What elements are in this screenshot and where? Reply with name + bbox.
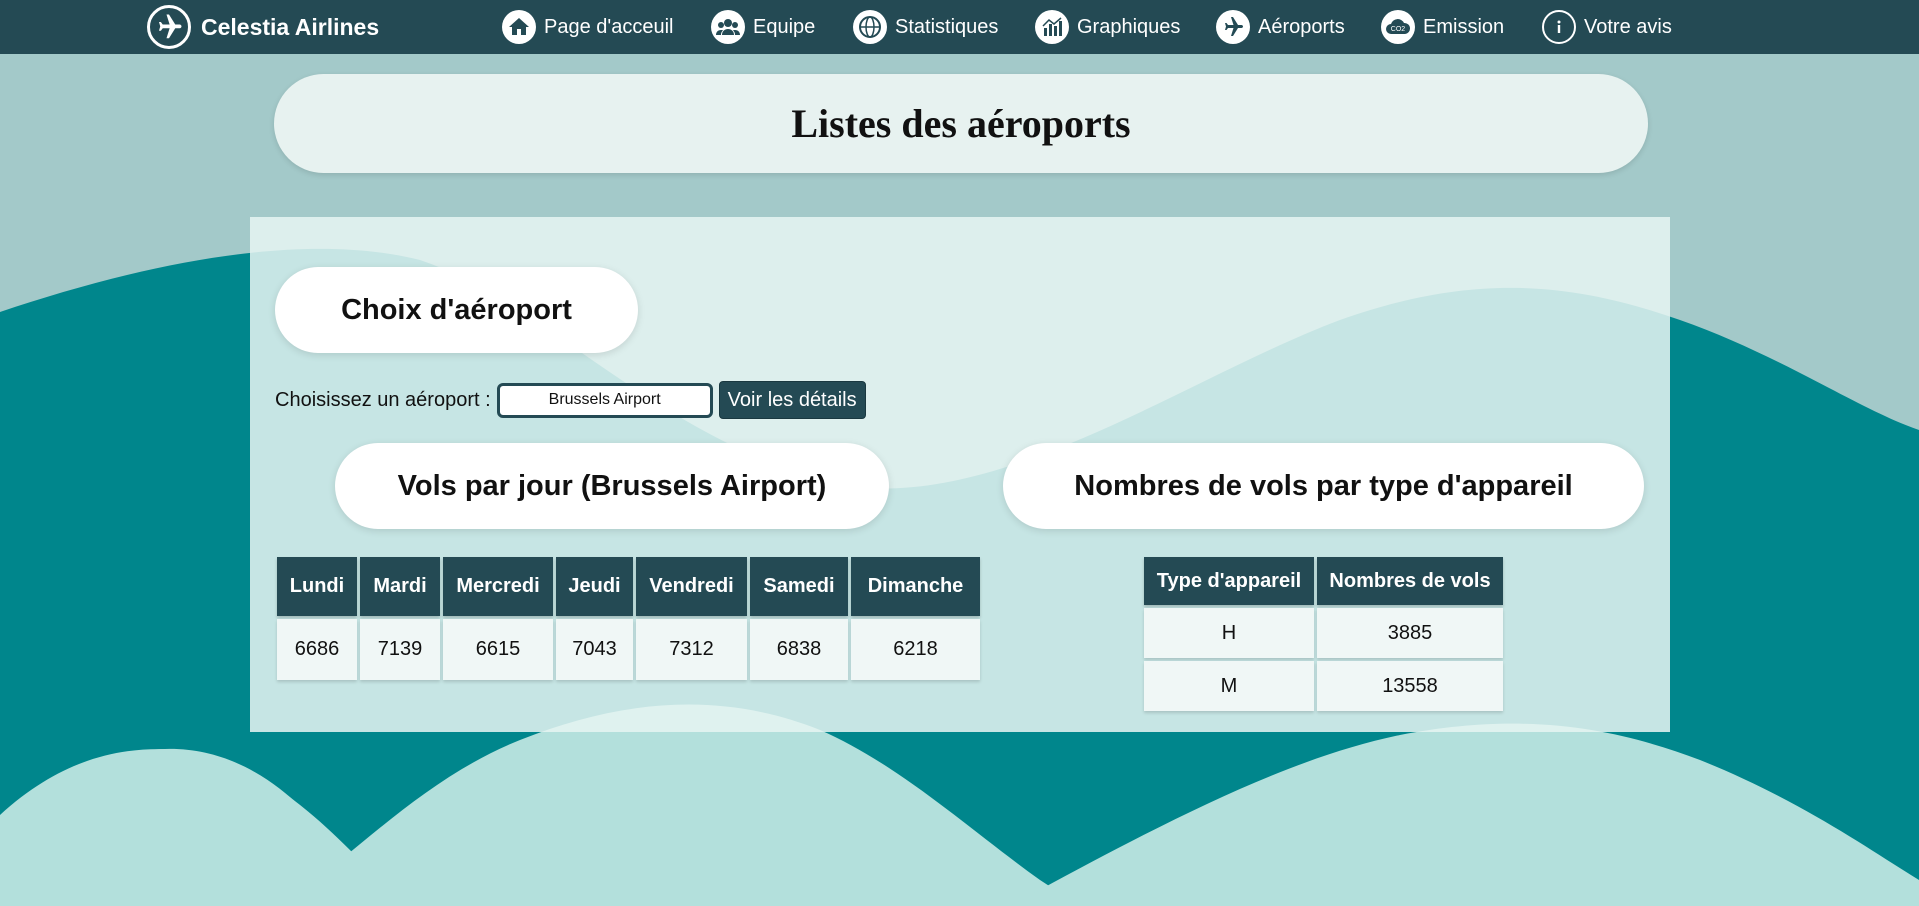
aircraft-type-table: Type d'appareil Nombres de vols H 3885 M… (1141, 554, 1506, 714)
table-cell: 6686 (277, 619, 357, 680)
column-header-aircraft-type: Type d'appareil (1144, 557, 1314, 605)
table-cell: 3885 (1317, 608, 1503, 658)
table-cell: 13558 (1317, 661, 1503, 711)
airport-choice-heading-text: Choix d'aéroport (341, 293, 572, 326)
page-title: Listes des aéroports (791, 101, 1131, 146)
nav-item-home[interactable]: Page d'acceuil (502, 8, 673, 46)
nav-label-statistiques: Statistiques (895, 15, 999, 38)
nav-label-emission: Emission (1423, 15, 1505, 38)
aircraft-type-heading: Nombres de vols par type d'appareil (1003, 443, 1644, 529)
aircraft-type-heading-text: Nombres de vols par type d'appareil (1074, 469, 1573, 502)
table-cell: 7312 (636, 619, 747, 680)
info-icon (1542, 10, 1576, 44)
table-cell: 6615 (443, 619, 553, 680)
airport-choice-heading: Choix d'aéroport (275, 267, 638, 353)
column-header-dimanche: Dimanche (851, 557, 980, 616)
nav-item-aeroports[interactable]: Aéroports (1216, 8, 1345, 46)
airport-select-row: Choisissez un aéroport : Voir les détail… (275, 381, 866, 419)
nav-item-equipe[interactable]: Equipe (711, 8, 815, 46)
table-cell: 7139 (360, 619, 440, 680)
nav-label-equipe: Equipe (753, 15, 816, 38)
airport-input[interactable] (496, 382, 713, 418)
column-header-flight-count: Nombres de vols (1317, 557, 1503, 605)
team-icon (711, 10, 745, 44)
column-header-mardi: Mardi (360, 557, 440, 616)
table-cell: 7043 (556, 619, 633, 680)
nav-item-votre-avis[interactable]: Votre avis (1542, 8, 1672, 46)
airline-logo-icon (147, 5, 191, 49)
content-panel: Choix d'aéroport Choisissez un aéroport … (250, 217, 1670, 732)
nav-label-votre-avis: Votre avis (1584, 15, 1672, 38)
table-row: H 3885 (1144, 608, 1503, 658)
flights-per-day-heading: Vols par jour (Brussels Airport) (335, 443, 889, 529)
table-row: 6686 7139 6615 7043 7312 6838 6218 (277, 619, 980, 680)
table-cell: 6838 (750, 619, 848, 680)
airport-select-label: Choisissez un aéroport : (275, 388, 491, 411)
nav-item-emission[interactable]: CO2 Emission (1381, 8, 1504, 46)
nav-item-statistiques[interactable]: Statistiques (853, 8, 998, 46)
svg-text:CO2: CO2 (1391, 26, 1406, 33)
globe-stats-icon (853, 10, 887, 44)
nav-item-graphiques[interactable]: Graphiques (1035, 8, 1180, 46)
nav-label-aeroports: Aéroports (1258, 15, 1345, 38)
table-cell: M (1144, 661, 1314, 711)
table-header-row: Lundi Mardi Mercredi Jeudi Vendredi Same… (277, 557, 980, 616)
column-header-jeudi: Jeudi (556, 557, 633, 616)
page-title-banner: Listes des aéroports (274, 74, 1648, 173)
brand-link[interactable]: Celestia Airlines (147, 3, 379, 51)
home-icon (502, 10, 536, 44)
bar-chart-icon (1035, 10, 1069, 44)
view-details-button[interactable]: Voir les détails (718, 381, 866, 419)
plane-icon (1216, 10, 1250, 44)
column-header-mercredi: Mercredi (443, 557, 553, 616)
table-row: M 13558 (1144, 661, 1503, 711)
brand-name: Celestia Airlines (201, 13, 380, 40)
co2-cloud-icon: CO2 (1381, 10, 1415, 44)
top-navbar: Celestia Airlines Page d'acceuil Equipe … (0, 0, 1919, 54)
flights-per-day-table: Lundi Mardi Mercredi Jeudi Vendredi Same… (274, 554, 983, 683)
nav-label-home: Page d'acceuil (544, 15, 674, 38)
table-header-row: Type d'appareil Nombres de vols (1144, 557, 1503, 605)
column-header-vendredi: Vendredi (636, 557, 747, 616)
nav-label-graphiques: Graphiques (1077, 15, 1181, 38)
table-cell: H (1144, 608, 1314, 658)
column-header-samedi: Samedi (750, 557, 848, 616)
column-header-lundi: Lundi (277, 557, 357, 616)
table-cell: 6218 (851, 619, 980, 680)
flights-per-day-heading-text: Vols par jour (Brussels Airport) (397, 469, 827, 502)
